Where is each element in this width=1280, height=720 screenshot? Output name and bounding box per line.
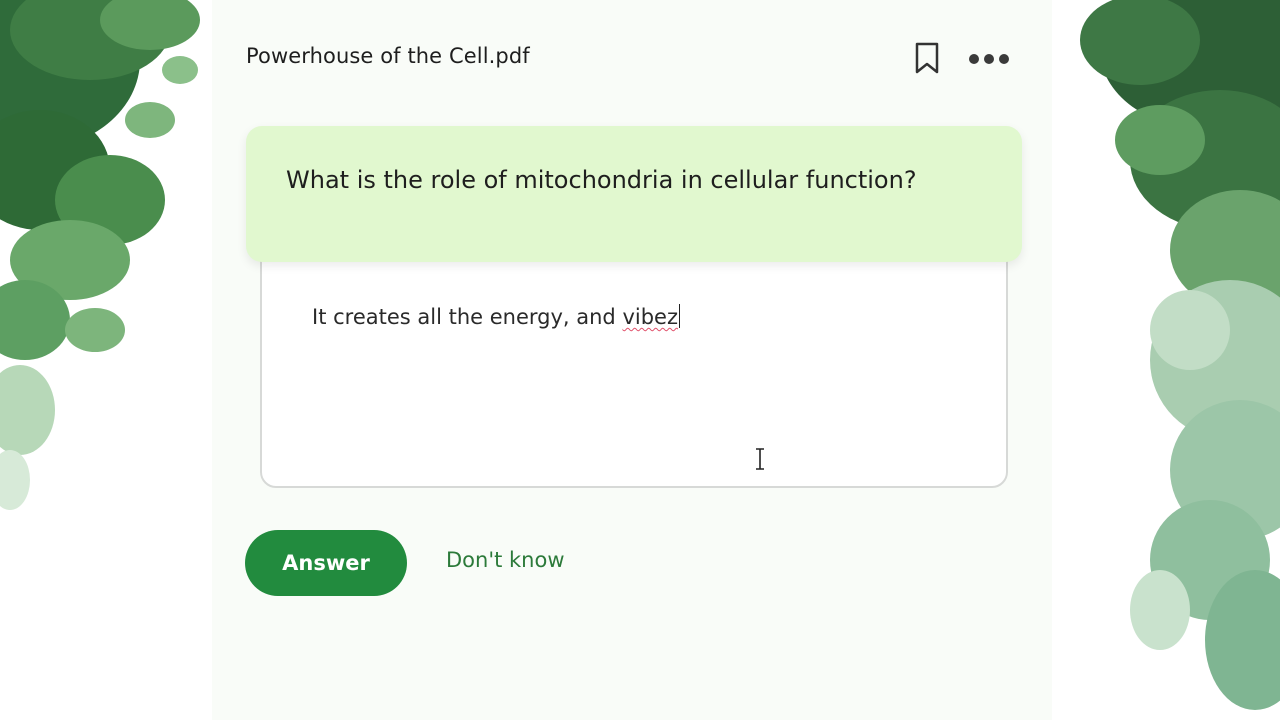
- more-options-button[interactable]: [964, 44, 1014, 74]
- question-text: What is the role of mitochondria in cell…: [286, 166, 917, 194]
- misspelled-word: vibez: [622, 305, 678, 329]
- bookmark-button[interactable]: [910, 38, 944, 78]
- text-cursor-icon: [756, 448, 764, 470]
- document-title: Powerhouse of the Cell.pdf: [246, 44, 530, 68]
- bookmark-icon: [915, 42, 939, 74]
- text-caret: [678, 304, 681, 328]
- answer-value-text: It creates all the energy, and: [312, 305, 623, 329]
- answer-button[interactable]: Answer: [245, 530, 407, 596]
- answer-input[interactable]: It creates all the energy, and vibez: [260, 240, 1008, 488]
- foliage-left-decoration: [0, 0, 220, 720]
- app-screen: Powerhouse of the Cell.pdf What is the r…: [0, 0, 1280, 720]
- foliage-right-decoration: [1040, 0, 1280, 720]
- dont-know-button[interactable]: Don't know: [446, 548, 565, 572]
- answer-value[interactable]: It creates all the energy, and vibez: [312, 304, 681, 329]
- more-dots-icon: [969, 54, 1009, 64]
- question-card: What is the role of mitochondria in cell…: [246, 126, 1022, 262]
